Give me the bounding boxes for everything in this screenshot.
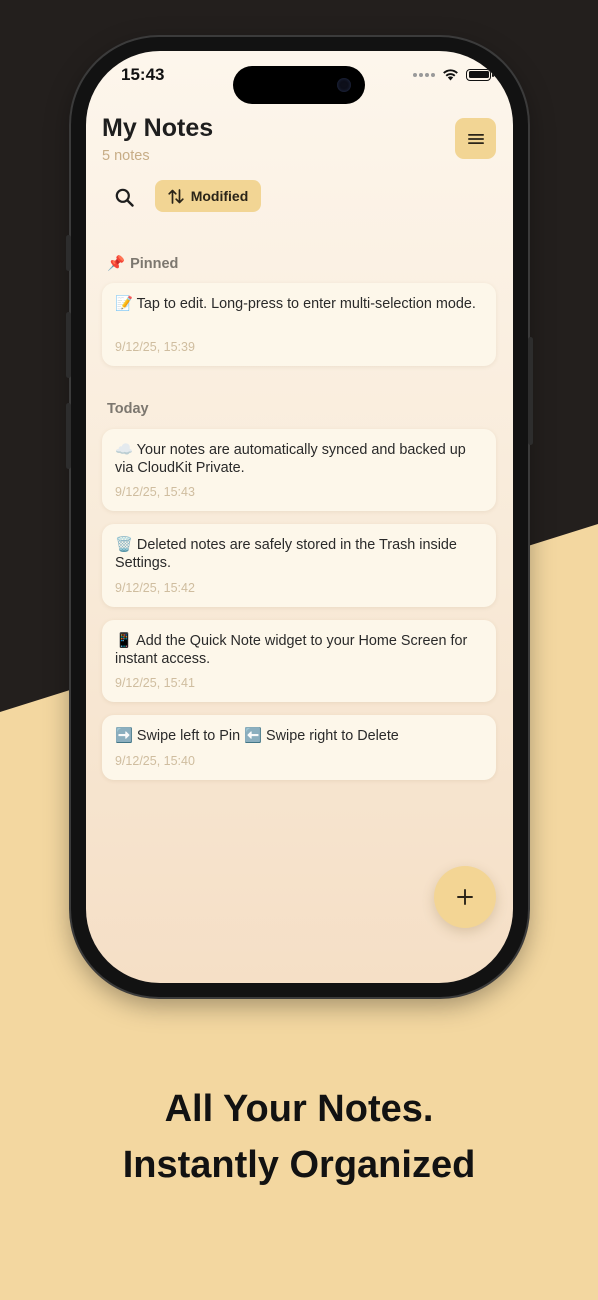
app-screen: 15:43 My Notes 5 notes Modified 📌 Pinned… [86, 51, 513, 983]
note-emoji: ➡️ [115, 728, 133, 744]
note-text: ☁️ Your notes are automatically synced a… [115, 442, 466, 476]
note-text: ➡️ Swipe left to Pin ⬅️ Swipe right to D… [115, 728, 399, 744]
camera-icon [337, 78, 351, 92]
note-text: 📱 Add the Quick Note widget to your Home… [115, 633, 468, 667]
note-text: 🗑️ Deleted notes are safely stored in th… [115, 537, 457, 571]
note-emoji: 📱 [115, 633, 133, 649]
today-label: Today [107, 401, 149, 417]
notes-count: 5 notes [102, 148, 150, 164]
sort-label: Modified [190, 188, 249, 204]
note-date: 9/12/25, 15:41 [115, 676, 195, 690]
add-note-button[interactable] [434, 866, 496, 928]
search-icon [115, 188, 134, 207]
wifi-icon [443, 69, 458, 81]
note-emoji: 🗑️ [115, 537, 133, 553]
hamburger-icon [467, 133, 484, 144]
note-date: 9/12/25, 15:42 [115, 581, 195, 595]
action-button [66, 235, 71, 271]
note-text: 📝 Tap to edit. Long-press to enter multi… [115, 296, 476, 312]
battery-icon [466, 68, 494, 81]
menu-button[interactable] [455, 118, 496, 159]
search-button[interactable] [111, 184, 137, 210]
volume-up-button [66, 312, 71, 378]
note-emoji: 📝 [115, 296, 133, 312]
sort-button[interactable]: Modified [155, 180, 261, 212]
power-button [528, 337, 533, 445]
plus-icon [457, 889, 473, 905]
headline-line-2: Instantly Organized [122, 1144, 476, 1186]
note-emoji: ☁️ [115, 442, 133, 458]
note-emoji: ⬅️ [244, 728, 263, 744]
pinned-label: Pinned [130, 255, 179, 272]
note-card[interactable]: ☁️ Your notes are automatically synced a… [102, 429, 496, 511]
headline-line-1: All Your Notes. [164, 1088, 434, 1130]
signal-dots-icon [413, 72, 435, 77]
volume-down-button [66, 403, 71, 469]
note-date: 9/12/25, 15:39 [115, 340, 195, 354]
note-card[interactable]: 🗑️ Deleted notes are safely stored in th… [102, 524, 496, 607]
section-today: Today [107, 401, 149, 417]
note-card[interactable]: 📝 Tap to edit. Long-press to enter multi… [102, 283, 496, 366]
note-date: 9/12/25, 15:43 [115, 485, 195, 499]
status-time: 15:43 [121, 65, 165, 84]
note-card[interactable]: ➡️ Swipe left to Pin ⬅️ Swipe right to D… [102, 715, 496, 780]
note-date: 9/12/25, 15:40 [115, 754, 195, 768]
section-pinned: 📌 Pinned [107, 255, 179, 273]
dynamic-island [233, 66, 365, 104]
note-card[interactable]: 📱 Add the Quick Note widget to your Home… [102, 620, 496, 702]
status-icons [413, 68, 494, 81]
page-title: My Notes [102, 114, 214, 142]
pushpin-icon: 📌 [107, 256, 126, 272]
sort-arrows-icon [168, 188, 184, 204]
